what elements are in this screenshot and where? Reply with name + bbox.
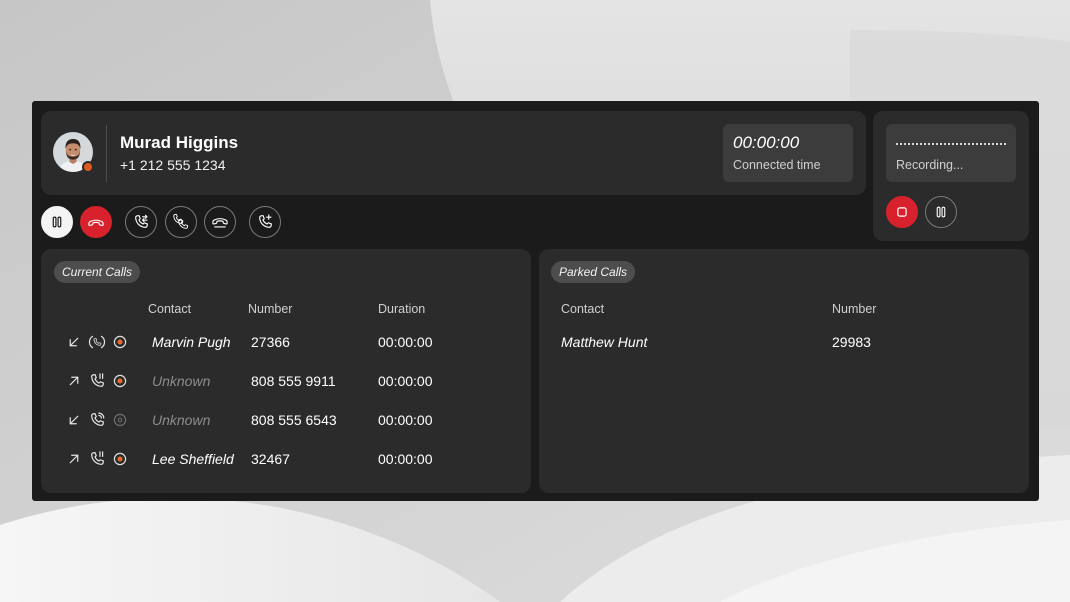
timer-value: 00:00:00 <box>733 133 800 152</box>
outgoing-arrow-icon <box>65 372 83 390</box>
transfer-call-icon <box>135 214 148 228</box>
call-held-icon <box>88 450 106 468</box>
hold-call-button[interactable] <box>41 206 73 238</box>
pause-icon <box>936 206 946 218</box>
transfer-call-button[interactable] <box>125 206 157 238</box>
add-call-button[interactable] <box>249 206 281 238</box>
pause-recording-button[interactable] <box>925 196 957 228</box>
recording-card: Recording... <box>873 111 1029 241</box>
incoming-arrow-icon <box>65 411 83 429</box>
parked-call-row[interactable]: Matthew Hunt 29983 <box>539 323 1029 362</box>
timer-label: Connected time <box>733 158 821 172</box>
call-number: 808 555 9911 <box>251 373 336 389</box>
park-call-button[interactable] <box>204 206 236 238</box>
recording-status: Recording... <box>886 124 1016 182</box>
stop-icon <box>897 207 907 217</box>
pause-icon <box>52 216 62 228</box>
call-contact: Marvin Pugh <box>152 334 231 350</box>
call-duration: 00:00:00 <box>378 451 433 467</box>
add-call-icon <box>259 214 272 228</box>
caller-number: +1 212 555 1234 <box>120 157 226 173</box>
recording-waveform <box>896 143 1006 145</box>
parked-calls-card: Parked Calls Contact Number Matthew Hunt… <box>539 249 1029 493</box>
outgoing-arrow-icon <box>65 450 83 468</box>
header-number: Number <box>832 302 877 316</box>
header-number: Number <box>248 302 293 316</box>
header-contact: Contact <box>561 302 605 316</box>
stop-recording-button[interactable] <box>886 196 918 228</box>
call-number: 27366 <box>251 334 290 350</box>
merge-call-button[interactable] <box>165 206 197 238</box>
table-row[interactable]: Marvin Pugh 27366 00:00:00 <box>41 323 531 362</box>
call-duration: 00:00:00 <box>378 334 433 350</box>
park-call-icon <box>212 218 228 228</box>
divider <box>106 125 107 182</box>
call-active-icon <box>88 333 106 351</box>
recording-indicator-icon[interactable] <box>111 333 129 351</box>
caller-card: Murad Higgins +1 212 555 1234 00:00:00 C… <box>41 111 866 195</box>
caller-name: Murad Higgins <box>120 133 239 152</box>
recording-indicator-icon[interactable] <box>111 372 129 390</box>
call-held-icon <box>88 372 106 390</box>
recording-indicator-icon[interactable] <box>111 450 129 468</box>
parked-calls-chip: Parked Calls <box>551 261 636 283</box>
presence-status-dot <box>82 161 94 173</box>
call-duration: 00:00:00 <box>378 373 433 389</box>
table-row[interactable]: Lee Sheffield 32467 00:00:00 <box>41 440 531 479</box>
call-contact: Lee Sheffield <box>152 451 234 467</box>
call-contact: Unknown <box>152 373 211 389</box>
call-number: 808 555 6543 <box>251 412 337 428</box>
call-number: 32467 <box>251 451 290 467</box>
table-row[interactable]: Unknown 808 555 6543 00:00:00 <box>41 401 531 440</box>
current-calls-card: Current Calls Contact Number Duration Ma… <box>41 249 531 493</box>
call-ringing-icon <box>88 411 106 429</box>
table-row[interactable]: Unknown 808 555 9911 00:00:00 <box>41 362 531 401</box>
hangup-icon <box>88 219 104 227</box>
header-duration: Duration <box>378 302 426 316</box>
incoming-arrow-icon <box>65 333 83 351</box>
recording-indicator-icon[interactable] <box>111 411 129 429</box>
merge-call-icon <box>173 213 189 229</box>
current-calls-chip: Current Calls <box>54 261 141 283</box>
call-contact: Unknown <box>152 412 211 428</box>
end-call-button[interactable] <box>80 206 112 238</box>
parked-contact: Matthew Hunt <box>561 334 648 350</box>
call-panel: Murad Higgins +1 212 555 1234 00:00:00 C… <box>32 101 1039 501</box>
parked-number: 29983 <box>832 334 871 350</box>
connected-timer: 00:00:00 Connected time <box>723 124 853 182</box>
call-duration: 00:00:00 <box>378 412 433 428</box>
recording-label: Recording... <box>896 158 964 172</box>
header-contact: Contact <box>148 302 192 316</box>
